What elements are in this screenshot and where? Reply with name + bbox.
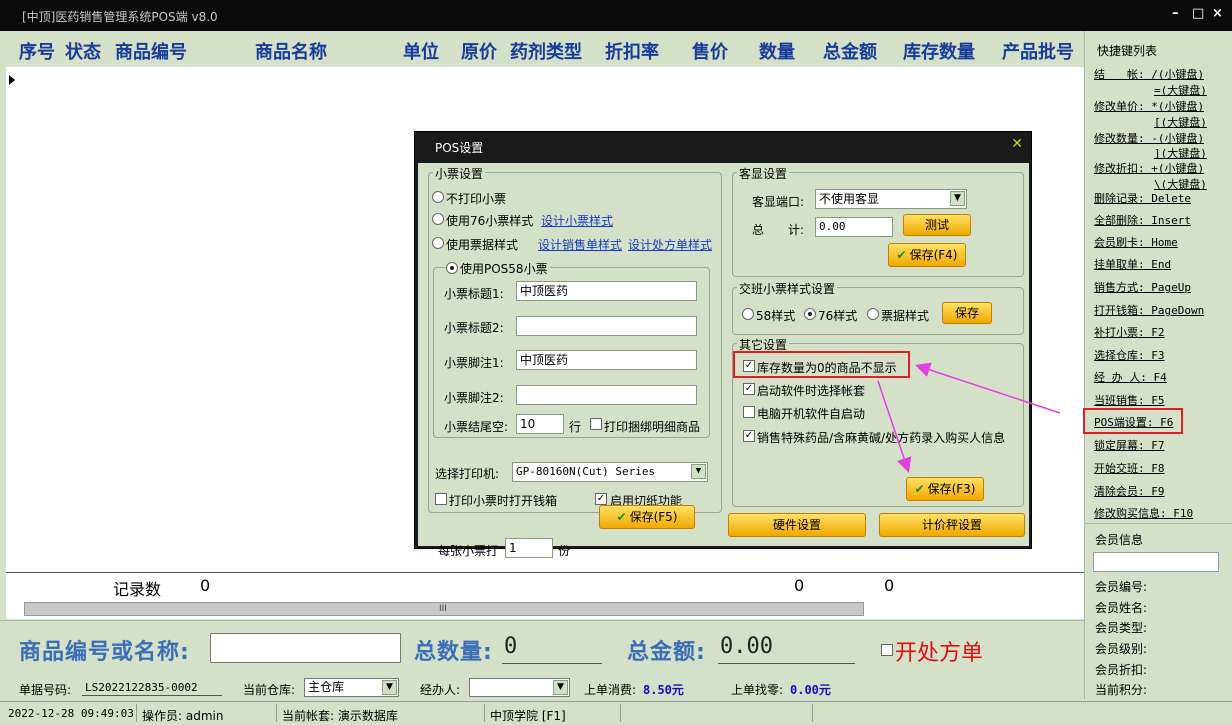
arrow-to-option	[915, 362, 1061, 414]
arrow-to-save	[877, 380, 912, 473]
annotation-arrows	[877, 362, 1061, 473]
